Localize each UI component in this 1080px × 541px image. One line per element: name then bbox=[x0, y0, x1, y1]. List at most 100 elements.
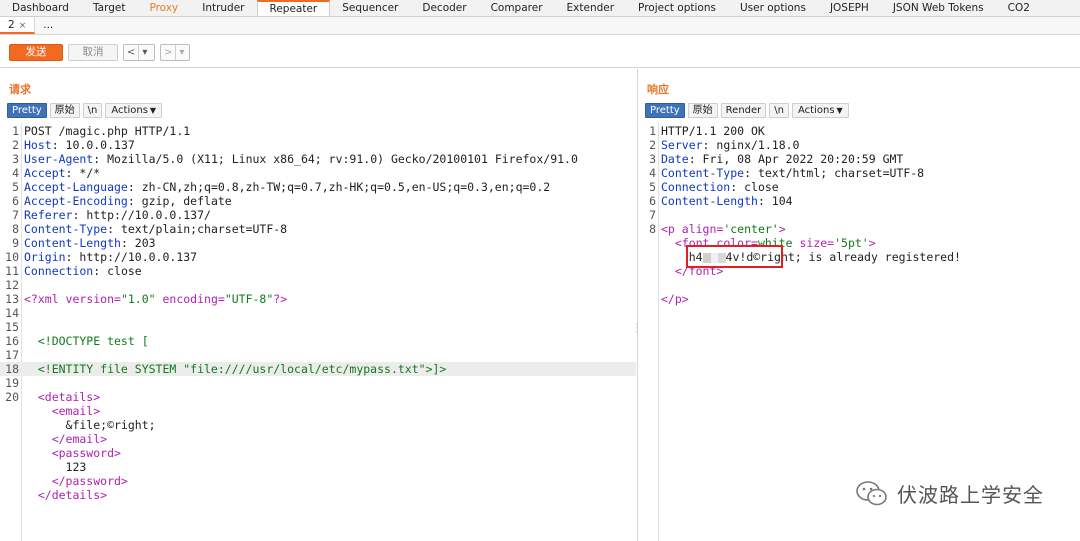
code-text: POST /magic.php HTTP/1.1 bbox=[24, 124, 191, 138]
send-button[interactable]: 发送 bbox=[9, 44, 63, 61]
code-line: 2 Server: nginx/1.18.0 bbox=[638, 138, 1080, 152]
xml-string: "UTF-8" bbox=[224, 292, 274, 306]
header-value: : zh-CN,zh;q=0.8,zh-TW;q=0.7,zh-HK;q=0.5… bbox=[127, 180, 551, 194]
line-content: Content-Type: text/plain;charset=UTF-8 bbox=[24, 222, 287, 236]
chevron-down-icon: ▼ bbox=[836, 106, 843, 115]
line-number: 3 bbox=[649, 152, 656, 166]
back-menu-chevron-icon[interactable]: ▾ bbox=[138, 45, 150, 60]
response-view-toolbar: Pretty 原始 Render \n Actions ▼ bbox=[645, 103, 849, 119]
cancel-button[interactable]: 取消 bbox=[68, 44, 118, 61]
line-number: 3 bbox=[12, 152, 19, 166]
request-view-toolbar: Pretty 原始 \n Actions ▼ bbox=[7, 103, 163, 119]
tab-intruder[interactable]: Intruder bbox=[190, 0, 256, 16]
close-icon[interactable]: × bbox=[19, 21, 27, 31]
response-newline-button[interactable]: \n bbox=[769, 103, 789, 118]
subtab-2[interactable]: 2 × bbox=[0, 17, 36, 34]
line-content: Referer: http://10.0.0.137/ bbox=[24, 208, 211, 222]
xml-tag: </p> bbox=[661, 292, 689, 306]
html-tag-end: > bbox=[868, 236, 876, 250]
line-number: 9 bbox=[12, 236, 19, 250]
response-raw-button[interactable]: 原始 bbox=[687, 103, 718, 118]
doctype-text: <!DOCTYPE test [ bbox=[24, 334, 149, 348]
xml-decl-end: ?> bbox=[273, 292, 288, 306]
code-line: 19 bbox=[0, 376, 636, 390]
xml-attr: version= bbox=[58, 292, 121, 306]
header-value: : http://10.0.0.137/ bbox=[72, 208, 211, 222]
request-raw-button[interactable]: 原始 bbox=[49, 103, 80, 118]
tab-proxy[interactable]: Proxy bbox=[137, 0, 190, 16]
tab-co2[interactable]: CO2 bbox=[996, 0, 1042, 16]
line-number: 10 bbox=[5, 250, 19, 264]
header-value: : Mozilla/5.0 (X11; Linux x86_64; rv:91.… bbox=[93, 152, 578, 166]
tab-joseph[interactable]: JOSEPH bbox=[818, 0, 881, 16]
request-editor[interactable]: 1 POST /magic.php HTTP/1.1 2 Host: 10.0.0.1… bbox=[0, 124, 636, 502]
response-editor[interactable]: 1 HTTP/1.1 200 OK 2 Server: nginx/1.18.0 3 Da… bbox=[638, 124, 1080, 306]
xml-string: "1.0" bbox=[120, 292, 156, 306]
line-number: 18 bbox=[5, 362, 19, 376]
tab-target[interactable]: Target bbox=[81, 0, 137, 16]
header-value: : close bbox=[730, 180, 779, 194]
header-value: : text/plain;charset=UTF-8 bbox=[107, 222, 288, 236]
header-key: Server bbox=[661, 138, 703, 152]
request-pretty-button[interactable]: Pretty bbox=[7, 103, 47, 118]
line-content: HTTP/1.1 200 OK bbox=[661, 124, 765, 138]
code-line: </details> bbox=[0, 488, 636, 502]
subtab-more[interactable]: ... bbox=[35, 17, 61, 34]
tab-sequencer[interactable]: Sequencer bbox=[330, 0, 410, 16]
response-render-button[interactable]: Render bbox=[720, 103, 767, 118]
header-value: : Fri, 08 Apr 2022 20:20:59 GMT bbox=[688, 152, 904, 166]
code-text: HTTP/1.1 200 OK bbox=[661, 124, 765, 138]
tab-project-options[interactable]: Project options bbox=[626, 0, 728, 16]
code-line: 15 bbox=[0, 320, 636, 334]
line-content: Accept-Language: zh-CN,zh;q=0.8,zh-TW;q=… bbox=[24, 180, 550, 194]
tab-comparer[interactable]: Comparer bbox=[479, 0, 555, 16]
line-number: 1 bbox=[649, 124, 656, 138]
code-line: 6 Content-Length: 104 bbox=[638, 194, 1080, 208]
code-line: 5 Connection: close bbox=[638, 180, 1080, 194]
request-newline-button[interactable]: \n bbox=[82, 103, 103, 118]
tab-json-web-tokens[interactable]: JSON Web Tokens bbox=[881, 0, 996, 16]
response-actions-button[interactable]: Actions ▼ bbox=[792, 103, 849, 118]
line-number: 7 bbox=[12, 208, 19, 222]
line-content: </details> bbox=[24, 488, 107, 502]
watermark: 伏波路上学安全 bbox=[855, 479, 1044, 508]
code-line: <email> bbox=[0, 404, 636, 418]
tab-repeater[interactable]: Repeater bbox=[256, 0, 331, 16]
line-content: Content-Type: text/html; charset=UTF-8 bbox=[661, 166, 924, 180]
response-pretty-button[interactable]: Pretty bbox=[645, 103, 685, 118]
header-value: : gzip, deflate bbox=[127, 194, 232, 208]
request-actions-button[interactable]: Actions ▼ bbox=[105, 103, 163, 118]
code-line: 8 Content-Type: text/plain;charset=UTF-8 bbox=[0, 222, 636, 236]
line-content: <!DOCTYPE test [ bbox=[24, 334, 149, 348]
forward-button[interactable]: > bbox=[161, 45, 175, 60]
subtab-label: 2 bbox=[8, 19, 15, 31]
header-key: Content-Type bbox=[661, 166, 745, 180]
tab-extender[interactable]: Extender bbox=[555, 0, 627, 16]
splitter-handle-icon[interactable]: · · · bbox=[635, 321, 639, 338]
forward-menu-chevron-icon[interactable]: ▾ bbox=[175, 45, 187, 60]
back-button[interactable]: < bbox=[124, 45, 138, 60]
header-value: : 203 bbox=[120, 236, 156, 250]
tab-decoder[interactable]: Decoder bbox=[410, 0, 478, 16]
line-number: 7 bbox=[649, 208, 656, 222]
code-line: 1 POST /magic.php HTTP/1.1 bbox=[0, 124, 636, 138]
header-value: : */* bbox=[65, 166, 101, 180]
line-content: <?xml version="1.0" encoding="UTF-8"?> bbox=[24, 292, 287, 306]
code-line: 4 Accept: */* bbox=[0, 166, 636, 180]
line-content: <password> bbox=[24, 446, 121, 460]
line-content: Content-Length: 104 bbox=[661, 194, 793, 208]
html-tag: <p bbox=[661, 222, 675, 236]
response-title: 响应 bbox=[647, 83, 669, 96]
line-number: 1 bbox=[12, 124, 19, 138]
code-line: 2 Host: 10.0.0.137 bbox=[0, 138, 636, 152]
code-line: 9 Content-Length: 203 bbox=[0, 236, 636, 250]
line-content: Origin: http://10.0.0.137 bbox=[24, 250, 197, 264]
line-content: Connection: close bbox=[24, 264, 142, 278]
header-value: : nginx/1.18.0 bbox=[702, 138, 800, 152]
tab-user-options[interactable]: User options bbox=[728, 0, 818, 16]
xml-decl: <?xml bbox=[24, 292, 59, 306]
xml-tag: </password> bbox=[24, 474, 128, 488]
code-line: 4 Content-Type: text/html; charset=UTF-8 bbox=[638, 166, 1080, 180]
repeater-subtab-bar: 2 × ... bbox=[0, 17, 1080, 35]
tab-dashboard[interactable]: Dashboard bbox=[0, 0, 81, 16]
